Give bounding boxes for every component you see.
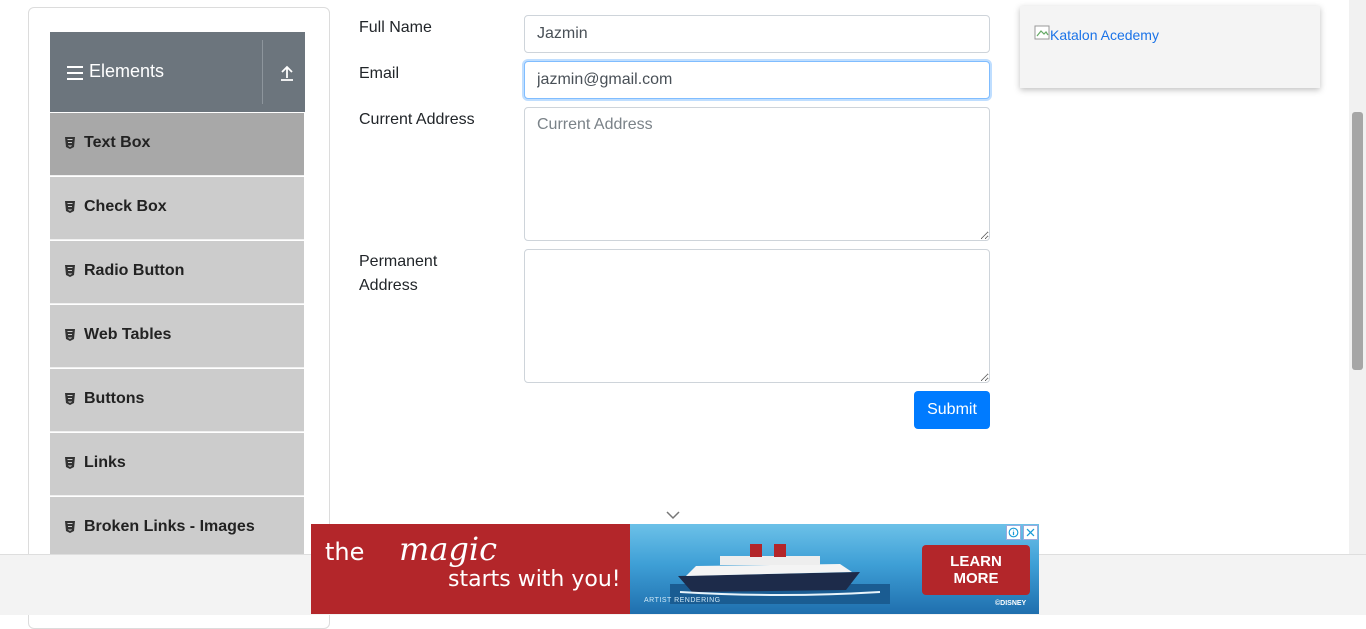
chevron-down-icon[interactable] xyxy=(665,510,681,520)
banner-tagline-the: the xyxy=(325,538,365,566)
header-divider xyxy=(262,40,263,104)
ad-close-icon[interactable] xyxy=(1023,525,1038,540)
html5-icon xyxy=(65,201,75,213)
hamburger-icon xyxy=(67,66,83,80)
submit-button[interactable]: Submit xyxy=(914,391,990,429)
sidebar-item-label: Radio Button xyxy=(84,262,185,279)
full-name-label: Full Name xyxy=(359,19,432,36)
permanent-address-label-line2: Address xyxy=(359,277,418,294)
sidebar-item-web-tables[interactable]: Web Tables xyxy=(50,304,304,368)
sidebar-item-label: Check Box xyxy=(84,198,167,215)
banner-tagline-magic: magic xyxy=(399,530,498,568)
side-ad-alt-text[interactable]: Katalon Acedemy xyxy=(1050,27,1159,43)
html5-icon xyxy=(65,137,75,149)
sidebar-item-check-box[interactable]: Check Box xyxy=(50,176,304,240)
sidebar-item-label: Links xyxy=(84,454,126,471)
html5-icon xyxy=(65,393,75,405)
elements-group-header[interactable]: Elements xyxy=(50,32,305,112)
collapse-up-icon[interactable] xyxy=(278,64,296,82)
artist-rendering-text: ARTIST RENDERING xyxy=(644,597,721,604)
sidebar-item-text-box[interactable]: Text Box xyxy=(50,112,304,176)
banner-ad-image: LEARN MORE ARTIST RENDERING ©DISNEY xyxy=(630,524,1039,614)
sidebar-item-label: Buttons xyxy=(84,390,145,407)
cruise-ship-image xyxy=(670,544,890,604)
sidebar-item-links[interactable]: Links xyxy=(50,432,304,496)
current-address-label: Current Address xyxy=(359,111,475,128)
email-input[interactable] xyxy=(524,61,990,99)
sidebar-item-buttons[interactable]: Buttons xyxy=(50,368,304,432)
disney-brand-text: ©DISNEY xyxy=(995,600,1027,607)
html5-icon xyxy=(65,521,75,533)
group-title: Elements xyxy=(89,61,165,81)
banner-tagline-rest: starts with you! xyxy=(448,567,621,592)
side-ad[interactable]: Katalon Acedemy xyxy=(1020,6,1320,88)
sidebar-item-label: Text Box xyxy=(84,134,151,151)
sidebar-item-broken-links[interactable]: Broken Links - Images xyxy=(50,496,304,556)
html5-icon xyxy=(65,265,75,277)
ad-info-icon[interactable] xyxy=(1006,525,1021,540)
email-label: Email xyxy=(359,65,400,82)
current-address-textarea[interactable] xyxy=(524,107,990,241)
banner-ad-left: the magic starts with you! xyxy=(311,524,630,614)
full-name-input[interactable] xyxy=(524,15,990,53)
sidebar-item-radio-button[interactable]: Radio Button xyxy=(50,240,304,304)
learn-more-button[interactable]: LEARN MORE xyxy=(922,545,1030,595)
learn-more-line1: LEARN xyxy=(950,553,1002,570)
banner-ad[interactable]: the magic starts with you! LEARN MORE AR… xyxy=(311,524,1039,614)
sidebar-item-label: Broken Links - Images xyxy=(84,518,255,535)
sidebar-item-label: Web Tables xyxy=(84,326,172,343)
permanent-address-label-line1: Permanent xyxy=(359,253,438,270)
learn-more-line2: MORE xyxy=(953,570,999,587)
permanent-address-textarea[interactable] xyxy=(524,249,990,383)
html5-icon xyxy=(65,457,75,469)
permanent-address-label: Permanent Address xyxy=(359,250,437,298)
html5-icon xyxy=(65,329,75,341)
scrollbar-thumb[interactable] xyxy=(1352,112,1363,370)
